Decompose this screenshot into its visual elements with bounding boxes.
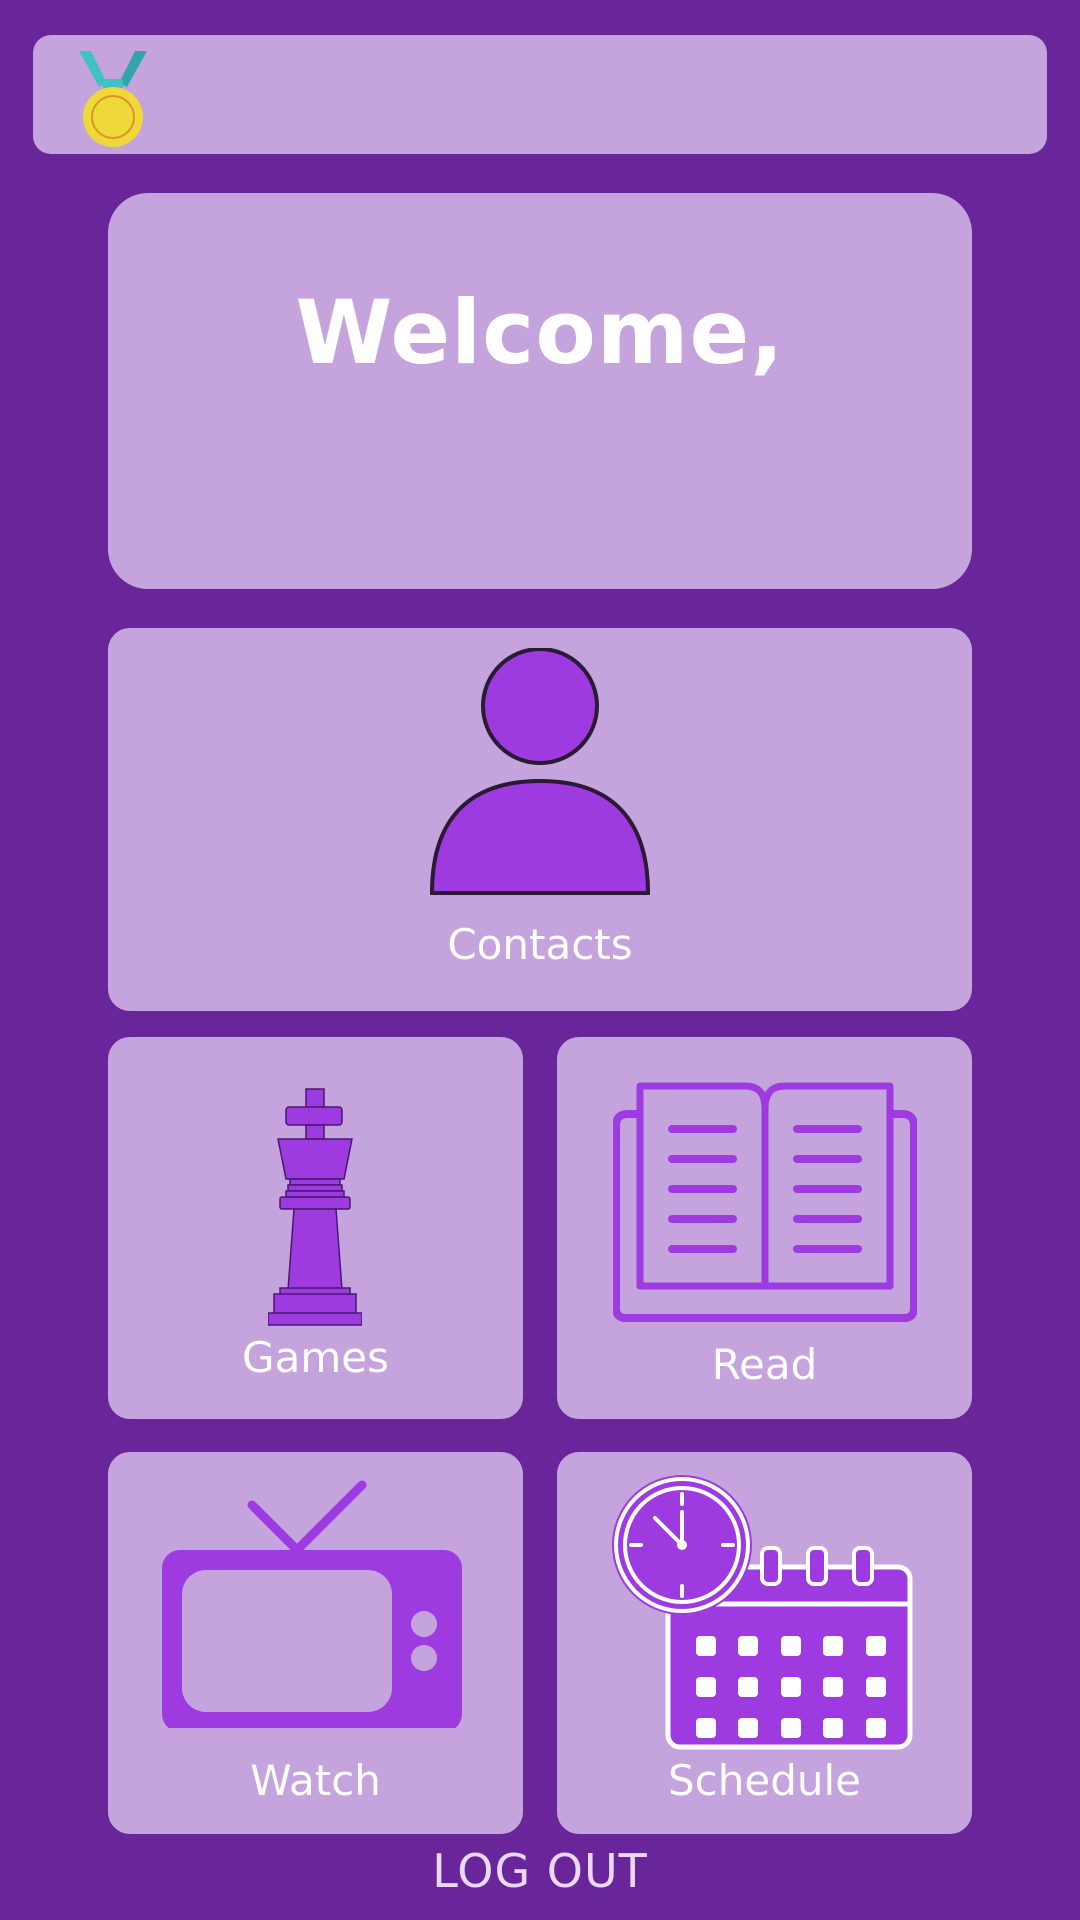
tv-icon: [162, 1480, 462, 1728]
watch-tile[interactable]: Watch: [108, 1452, 523, 1834]
read-label: Read: [711, 1340, 818, 1389]
open-book-icon: [613, 1082, 917, 1322]
medal-icon[interactable]: [73, 41, 153, 151]
read-tile[interactable]: Read: [557, 1037, 972, 1419]
welcome-title: Welcome,: [295, 281, 785, 384]
logout-button[interactable]: LOG OUT: [0, 1848, 1080, 1894]
contacts-tile[interactable]: Contacts: [108, 628, 972, 1011]
chess-king-icon: [268, 1088, 362, 1326]
person-icon: [430, 648, 650, 895]
schedule-label: Schedule: [668, 1756, 861, 1805]
watch-label: Watch: [250, 1756, 381, 1805]
clock-calendar-icon: [612, 1475, 913, 1750]
schedule-tile[interactable]: Schedule: [557, 1452, 972, 1834]
contacts-label: Contacts: [447, 920, 633, 969]
welcome-card: Welcome,: [108, 193, 972, 589]
top-bar: [33, 35, 1047, 154]
games-label: Games: [242, 1333, 389, 1382]
games-tile[interactable]: Games: [108, 1037, 523, 1419]
